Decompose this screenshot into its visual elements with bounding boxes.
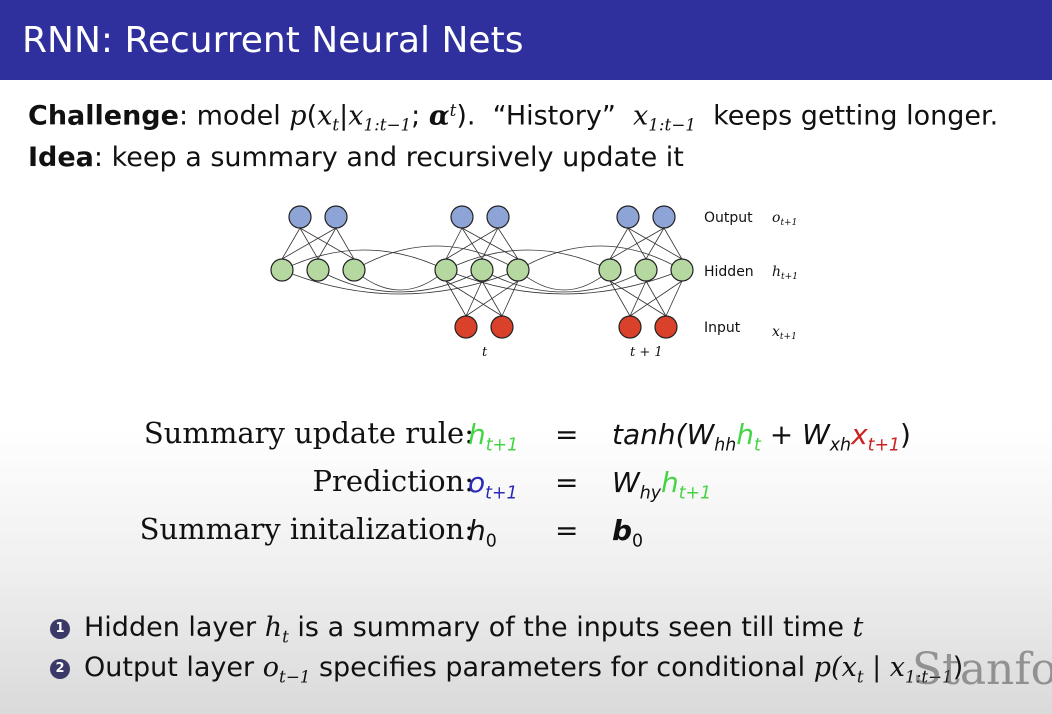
prediction-rhs: Whyht+1 — [612, 466, 712, 504]
slide-title: RNN: Recurrent Neural Nets — [22, 20, 524, 61]
init-rhs: b0 — [612, 514, 644, 552]
input-label: Input — [704, 320, 741, 336]
hidden-node — [306, 258, 330, 282]
output-node — [450, 205, 474, 229]
update-rule-label: Summary update rule: — [143, 416, 474, 450]
connection-line — [299, 227, 319, 260]
input-node — [454, 315, 478, 339]
bullet-number-2: 2 — [50, 659, 70, 679]
output-node — [652, 205, 676, 229]
connection-line — [627, 227, 683, 260]
hidden-node — [670, 258, 694, 282]
bullet-2: 2 Output layer ot−1 specifies parameters … — [50, 652, 963, 686]
hidden-label: Hidden — [704, 264, 754, 280]
bullet-1: 1 Hidden layer ht is a summary of the inp… — [50, 612, 863, 646]
output-var: ot+1 — [772, 210, 797, 228]
stanford-watermark: Stanfo — [912, 644, 1052, 695]
connection-line — [663, 227, 683, 260]
connection-line — [481, 280, 503, 317]
connection-line — [445, 280, 467, 317]
init-equals: = — [555, 514, 579, 547]
input-node — [490, 315, 514, 339]
challenge-line: Challenge: model p(xt|x1:t−1; αt). “Hist… — [28, 100, 999, 135]
diagram-labels: Output Hidden Input ot+1 ht+1 xt+1 t t +… — [482, 210, 798, 360]
output-node — [324, 205, 348, 229]
update-lhs: ht+1 — [468, 418, 519, 456]
connection-line — [497, 227, 519, 260]
challenge-label: Challenge — [28, 100, 179, 132]
idea-label: Idea — [28, 142, 94, 173]
hidden-node — [634, 258, 658, 282]
idea-line: Idea: keep a summary and recursively upd… — [28, 142, 684, 173]
title-bar: RNN: Recurrent Neural Nets — [0, 0, 1052, 80]
prediction-lhs: ot+1 — [468, 466, 518, 504]
recurrent-connection — [517, 269, 611, 291]
output-node — [486, 205, 510, 229]
connection-line — [609, 227, 629, 260]
time-t1-label: t + 1 — [630, 345, 663, 360]
hidden-node — [598, 258, 622, 282]
prediction-equals: = — [555, 466, 579, 499]
output-node — [616, 205, 640, 229]
bullet-number-1: 1 — [50, 619, 70, 639]
input-node — [618, 315, 642, 339]
hidden-node — [506, 258, 530, 282]
connection-line — [281, 227, 301, 260]
update-equals: = — [555, 418, 579, 451]
prediction-label: Prediction: — [312, 464, 474, 498]
hidden-node — [342, 258, 366, 282]
connection-line — [335, 227, 355, 260]
input-var: xt+1 — [772, 324, 797, 342]
time-t-label: t — [482, 345, 488, 360]
hidden-node — [434, 258, 458, 282]
recurrent-connection — [353, 269, 447, 291]
input-node — [654, 315, 678, 339]
update-rhs: tanh(Whhht + Wxhxt+1) — [612, 418, 911, 456]
diagram-nodes — [270, 205, 694, 339]
hidden-node — [270, 258, 294, 282]
connection-line — [461, 227, 483, 260]
connection-line — [645, 280, 667, 317]
output-label: Output — [704, 210, 753, 226]
init-label: Summary initalization: — [139, 512, 474, 546]
hidden-node — [470, 258, 494, 282]
init-lhs: h0 — [468, 514, 497, 552]
hidden-var: ht+1 — [772, 264, 798, 282]
rnn-diagram: Output Hidden Input ot+1 ht+1 xt+1 t t +… — [270, 205, 798, 360]
connection-line — [609, 280, 631, 317]
output-node — [288, 205, 312, 229]
connection-line — [627, 227, 647, 260]
